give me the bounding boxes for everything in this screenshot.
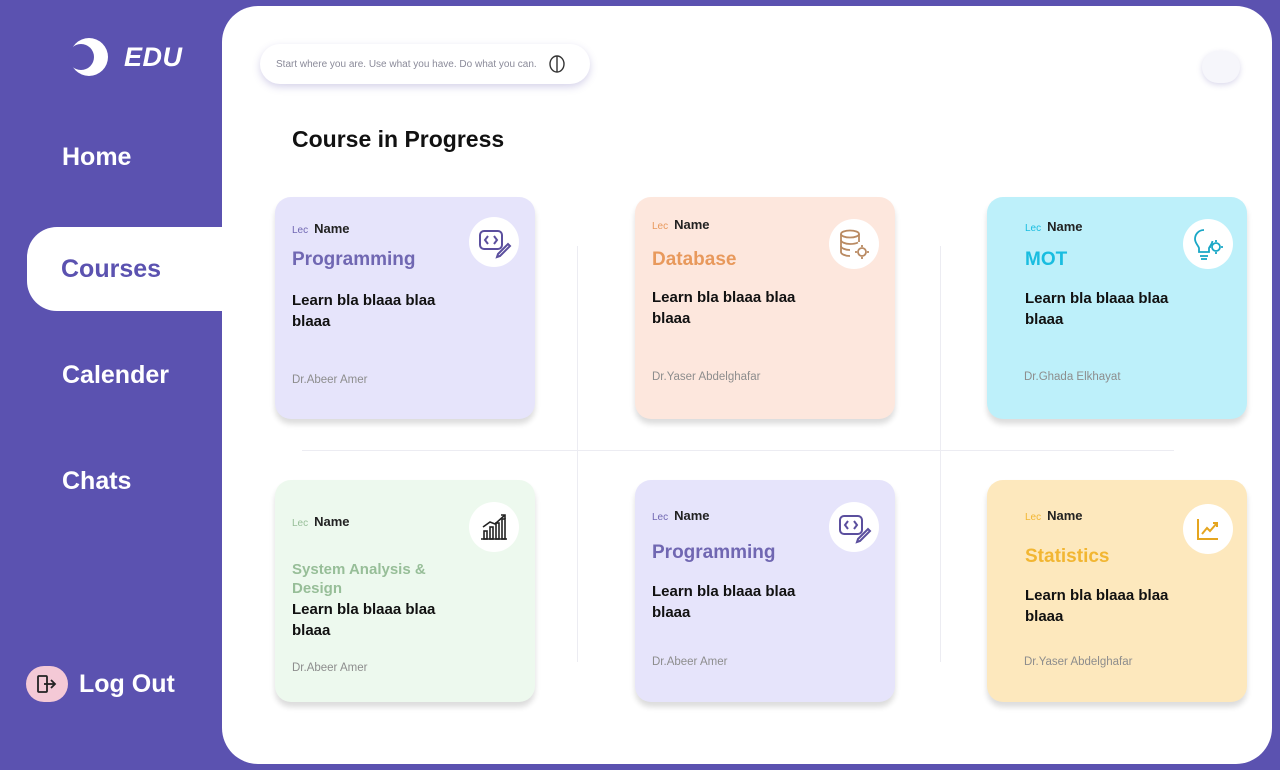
course-card[interactable]: Lec Name Database Learn bla blaaa blaa bl… [635, 197, 895, 419]
lecture-label: Lec Name [292, 514, 350, 529]
logout-icon [26, 666, 68, 702]
code-pen-icon [469, 217, 519, 267]
course-title: System Analysis & Design [292, 561, 426, 598]
divider [577, 246, 578, 662]
course-description: Learn bla blaaa blaa blaaa [292, 292, 436, 330]
doctor-name: Dr.Abeer Amer [292, 374, 368, 386]
avatar[interactable] [1202, 51, 1240, 83]
lecture-label: Lec Name [652, 217, 710, 232]
doctor-name: Dr.Abeer Amer [292, 662, 368, 674]
course-title: Programming [652, 542, 776, 563]
lecture-label: Lec Name [652, 508, 710, 523]
divider [940, 246, 941, 662]
logout-label: Log Out [79, 669, 175, 698]
course-title: Database [652, 249, 737, 270]
course-description: Learn bla blaaa blaa blaaa [1025, 290, 1169, 328]
course-card[interactable]: Lec Name System Analysis & Design Learn b… [275, 480, 535, 702]
course-card[interactable]: Lec Name Programming Learn bla blaaa blaa… [275, 197, 535, 419]
course-title: Statistics [1025, 546, 1110, 567]
lecture-label: Lec Name [1025, 508, 1083, 523]
course-title: Programming [292, 249, 416, 270]
course-card[interactable]: Lec Name MOT Learn bla blaaa blaa blaaa D… [987, 197, 1247, 419]
doctor-name: Dr.Yaser Abdelghafar [1024, 656, 1133, 668]
moon-icon [68, 36, 110, 78]
doctor-name: Dr.Yaser Abdelghafar [652, 371, 761, 383]
brand-name: EDU [124, 41, 183, 72]
nav-courses-label: Courses [61, 254, 162, 283]
doctor-name: Dr.Abeer Amer [652, 656, 728, 668]
divider [302, 450, 1174, 451]
course-card[interactable]: Lec Name Statistics Learn bla blaaa blaa … [987, 480, 1247, 702]
lecture-label: Lec Name [292, 221, 350, 236]
lecture-label: Lec Name [1025, 219, 1083, 234]
nav-calendar[interactable]: Calender [62, 361, 169, 390]
logout-button[interactable]: Log Out [26, 666, 175, 702]
database-gear-icon [829, 219, 879, 269]
nav-home[interactable]: Home [62, 143, 131, 172]
course-description: Learn bla blaaa blaa blaaa [652, 289, 796, 327]
nav-courses[interactable]: Courses [27, 227, 237, 311]
course-description: Learn bla blaaa blaa blaaa [652, 583, 796, 621]
course-description: Learn bla blaaa blaa blaaa [292, 601, 436, 639]
page-title: Course in Progress [292, 126, 505, 152]
doctor-name: Dr.Ghada Elkhayat [1024, 371, 1121, 383]
course-title: MOT [1025, 249, 1068, 270]
main-panel: Start where you are. Use what you have. … [222, 6, 1272, 764]
course-description: Learn bla blaaa blaa blaaa [1025, 587, 1169, 625]
course-card[interactable]: Lec Name Programming Learn bla blaaa blaa… [635, 480, 895, 702]
brain-icon[interactable] [547, 54, 567, 74]
bar-chart-icon [469, 502, 519, 552]
search-input[interactable]: Start where you are. Use what you have. … [276, 59, 537, 70]
brand-logo[interactable]: EDU [68, 36, 183, 78]
search-bar[interactable]: Start where you are. Use what you have. … [260, 44, 590, 84]
code-pen-icon [829, 502, 879, 552]
nav-chats[interactable]: Chats [62, 467, 131, 496]
